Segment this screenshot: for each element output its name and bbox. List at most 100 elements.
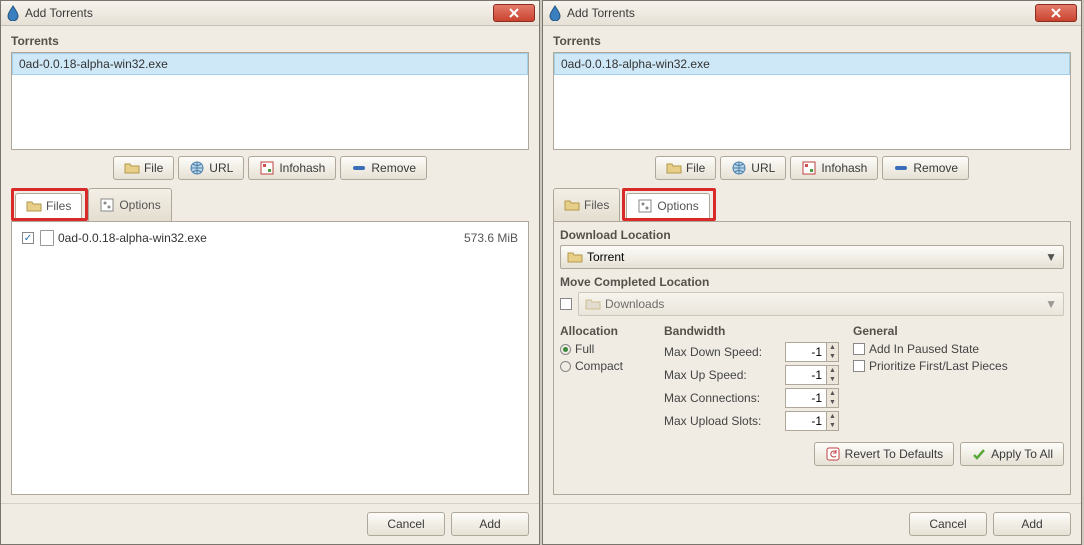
apply-to-all-button[interactable]: Apply To All	[960, 442, 1064, 466]
tab-files[interactable]: Files	[553, 188, 620, 221]
folder-icon	[666, 160, 682, 176]
torrents-label: Torrents	[11, 34, 529, 48]
bandwidth-title: Bandwidth	[664, 324, 839, 338]
undo-icon	[825, 446, 841, 462]
file-button[interactable]: File	[655, 156, 716, 180]
files-tab-content: 0ad-0.0.18-alpha-win32.exe 573.6 MiB	[11, 222, 529, 495]
cancel-button[interactable]: Cancel	[367, 512, 445, 536]
max-conn-input[interactable]	[786, 389, 826, 407]
revert-defaults-button[interactable]: Revert To Defaults	[814, 442, 955, 466]
chevron-down-icon: ▼	[1045, 297, 1057, 311]
move-completed-label: Move Completed Location	[560, 275, 1064, 289]
options-tab-content: Download Location Torrent ▼ Move Complet…	[553, 222, 1071, 495]
max-down-spinner[interactable]: ▲▼	[785, 342, 839, 362]
allocation-compact-radio[interactable]: Compact	[560, 359, 650, 373]
dialog-footer: Cancel Add	[543, 503, 1081, 544]
hash-icon	[801, 160, 817, 176]
max-up-spinner[interactable]: ▲▼	[785, 365, 839, 385]
torrent-list[interactable]: 0ad-0.0.18-alpha-win32.exe	[553, 52, 1071, 150]
download-location-select[interactable]: Torrent ▼	[560, 245, 1064, 269]
radio-icon	[560, 344, 571, 355]
allocation-title: Allocation	[560, 324, 650, 338]
folder-open-icon	[564, 197, 580, 213]
move-completed-checkbox[interactable]	[560, 298, 572, 310]
torrent-list[interactable]: 0ad-0.0.18-alpha-win32.exe	[11, 52, 529, 150]
tab-files[interactable]: Files	[15, 193, 82, 218]
file-row[interactable]: 0ad-0.0.18-alpha-win32.exe 573.6 MiB	[18, 228, 522, 248]
add-button[interactable]: Add	[993, 512, 1071, 536]
globe-icon	[189, 160, 205, 176]
file-checkbox[interactable]	[22, 232, 34, 244]
url-button[interactable]: URL	[720, 156, 786, 180]
source-button-row: File URL Infohash Remove	[11, 156, 529, 180]
max-up-input[interactable]	[786, 366, 826, 384]
remove-button[interactable]: Remove	[882, 156, 969, 180]
max-down-input[interactable]	[786, 343, 826, 361]
chevron-down-icon: ▼	[1045, 250, 1057, 264]
spinner-down-icon[interactable]: ▼	[827, 421, 838, 430]
folder-icon	[567, 249, 583, 265]
cancel-button[interactable]: Cancel	[909, 512, 987, 536]
max-down-label: Max Down Speed:	[664, 345, 779, 359]
remove-button[interactable]: Remove	[340, 156, 427, 180]
folder-icon	[124, 160, 140, 176]
add-paused-checkbox-row[interactable]: Add In Paused State	[853, 342, 1064, 356]
window-title: Add Torrents	[25, 6, 493, 20]
max-up-label: Max Up Speed:	[664, 368, 779, 382]
hash-icon	[259, 160, 275, 176]
minus-icon	[351, 160, 367, 176]
folder-icon	[585, 296, 601, 312]
infohash-button[interactable]: Infohash	[248, 156, 336, 180]
titlebar: Add Torrents	[543, 1, 1081, 26]
titlebar: Add Torrents	[1, 1, 539, 26]
spinner-down-icon[interactable]: ▼	[827, 375, 838, 384]
file-icon	[40, 230, 54, 246]
files-tab-highlight: Files	[11, 188, 88, 221]
allocation-full-radio[interactable]: Full	[560, 342, 650, 356]
general-title: General	[853, 324, 1064, 338]
max-conn-spinner[interactable]: ▲▼	[785, 388, 839, 408]
torrent-list-item[interactable]: 0ad-0.0.18-alpha-win32.exe	[554, 53, 1070, 75]
dialog-content: Torrents 0ad-0.0.18-alpha-win32.exe File…	[543, 26, 1081, 503]
tab-bar: Files Options	[11, 188, 529, 222]
radio-icon	[560, 361, 571, 372]
tab-options[interactable]: Options	[88, 188, 171, 221]
spinner-down-icon[interactable]: ▼	[827, 352, 838, 361]
prioritize-checkbox-row[interactable]: Prioritize First/Last Pieces	[853, 359, 1064, 373]
options-tab-highlight: Options	[622, 188, 715, 221]
spinner-up-icon[interactable]: ▲	[827, 343, 838, 352]
spinner-up-icon[interactable]: ▲	[827, 412, 838, 421]
tab-options[interactable]: Options	[626, 193, 709, 218]
close-button[interactable]	[493, 4, 535, 22]
minus-icon	[893, 160, 909, 176]
source-button-row: File URL Infohash Remove	[553, 156, 1071, 180]
close-button[interactable]	[1035, 4, 1077, 22]
infohash-button[interactable]: Infohash	[790, 156, 878, 180]
url-button[interactable]: URL	[178, 156, 244, 180]
spinner-down-icon[interactable]: ▼	[827, 398, 838, 407]
window-title: Add Torrents	[567, 6, 1035, 20]
check-icon	[971, 446, 987, 462]
add-torrents-dialog-left: Add Torrents Torrents 0ad-0.0.18-alpha-w…	[0, 0, 540, 545]
preferences-icon	[637, 198, 653, 214]
max-slots-label: Max Upload Slots:	[664, 414, 779, 428]
max-conn-label: Max Connections:	[664, 391, 779, 405]
file-size: 573.6 MiB	[464, 231, 518, 245]
torrent-list-item[interactable]: 0ad-0.0.18-alpha-win32.exe	[12, 53, 528, 75]
max-slots-input[interactable]	[786, 412, 826, 430]
dialog-footer: Cancel Add	[1, 503, 539, 544]
folder-open-icon	[26, 198, 42, 214]
deluge-icon	[5, 5, 21, 21]
move-completed-select[interactable]: Downloads ▼	[578, 292, 1064, 316]
checkbox-icon	[853, 343, 865, 355]
deluge-icon	[547, 5, 563, 21]
spinner-up-icon[interactable]: ▲	[827, 389, 838, 398]
tab-bar: Files Options	[553, 188, 1071, 222]
file-button[interactable]: File	[113, 156, 174, 180]
torrents-label: Torrents	[553, 34, 1071, 48]
preferences-icon	[99, 197, 115, 213]
max-slots-spinner[interactable]: ▲▼	[785, 411, 839, 431]
spinner-up-icon[interactable]: ▲	[827, 366, 838, 375]
file-name: 0ad-0.0.18-alpha-win32.exe	[58, 231, 464, 245]
add-button[interactable]: Add	[451, 512, 529, 536]
